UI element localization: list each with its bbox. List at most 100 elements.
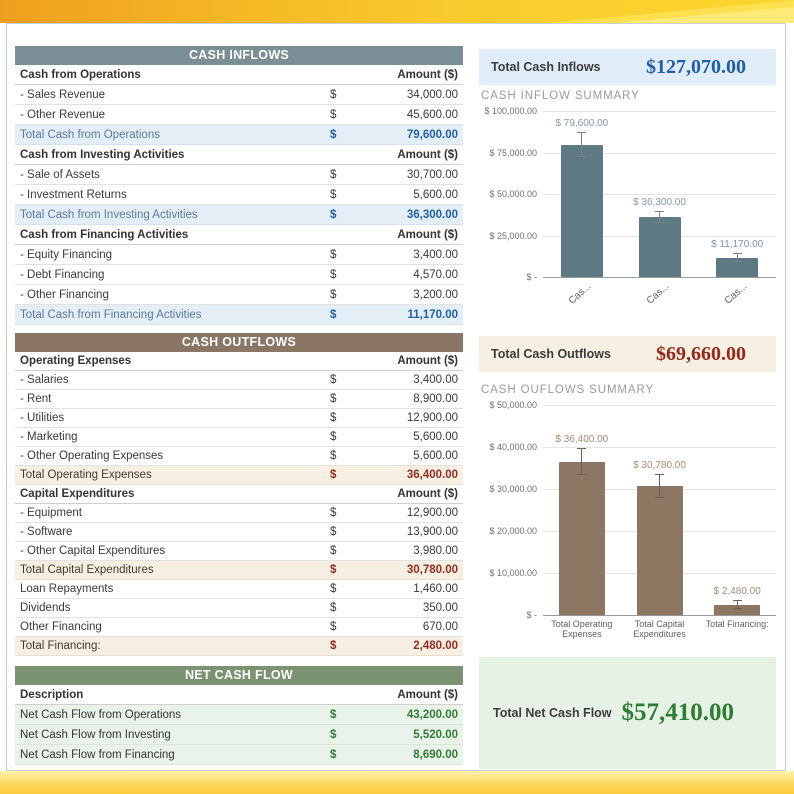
row-amount: 30,780.00 bbox=[406, 564, 458, 576]
currency-symbol: $ bbox=[330, 168, 337, 181]
total-outflows-value: $69,660.00 bbox=[656, 342, 746, 365]
row-amount: 5,520.00 bbox=[413, 728, 458, 741]
table-row: - Sale of Assets $30,700.00 bbox=[15, 165, 463, 185]
bar-slot: $ 30,780.00 bbox=[621, 405, 699, 615]
row-label: - Utilities bbox=[20, 412, 65, 424]
row-amount: 43,200.00 bbox=[406, 708, 458, 721]
bar-data-label: $ 36,400.00 bbox=[555, 434, 609, 445]
currency-symbol: $ bbox=[330, 431, 337, 443]
error-bar-cap bbox=[577, 132, 587, 133]
row-label: - Salaries bbox=[20, 374, 69, 386]
row-label: - Other Capital Expenditures bbox=[20, 545, 166, 557]
row-amount: 45,600.00 bbox=[406, 108, 458, 121]
row-amount: 34,000.00 bbox=[406, 88, 458, 101]
error-bar-cap bbox=[732, 600, 742, 601]
row-amount: 5,600.00 bbox=[413, 450, 458, 462]
row-label: - Rent bbox=[20, 393, 52, 405]
table-row: - Equipment $12,900.00 bbox=[15, 504, 463, 523]
row-label: Total Operating Expenses bbox=[20, 469, 152, 481]
table-row: Capital Expenditures Amount ($) bbox=[15, 485, 463, 504]
row-label: - Sale of Assets bbox=[20, 168, 100, 181]
currency-symbol: $ bbox=[330, 88, 337, 101]
table-row: Other Financing $670.00 bbox=[15, 618, 463, 637]
chart-plot: $ 79,600.00 $ 36,300.00 $ 11,170.00 bbox=[543, 111, 776, 278]
cash-inflow-summary-chart: CASH INFLOW SUMMARY $ 79,600.00 $ 36,300.0… bbox=[479, 90, 776, 315]
table-row: Total Cash from Operations $79,600.00 bbox=[15, 125, 463, 145]
row-amount: 5,600.00 bbox=[413, 431, 458, 443]
total-net-label: Total Net Cash Flow bbox=[493, 706, 612, 720]
total-outflows-box: Total Cash Outflows $69,660.00 bbox=[479, 336, 776, 372]
row-amount: 36,400.00 bbox=[406, 469, 458, 481]
amount-column-header: Amount ($) bbox=[397, 228, 458, 241]
row-amount: 3,980.00 bbox=[413, 545, 458, 557]
table-row: Cash from Operations Amount ($) bbox=[15, 65, 463, 85]
error-bar-cap bbox=[732, 261, 742, 262]
currency-symbol: $ bbox=[330, 728, 337, 741]
row-amount: 11,170.00 bbox=[407, 308, 458, 321]
section-header: CASH INFLOWS bbox=[15, 46, 463, 65]
row-label: Total Financing: bbox=[20, 640, 101, 652]
row-amount: 350.00 bbox=[422, 602, 458, 614]
row-label: - Debt Financing bbox=[20, 268, 105, 281]
error-bar bbox=[659, 474, 660, 498]
table-row: Total Financing: $2,480.00 bbox=[15, 637, 463, 656]
y-axis-tick-label: $ 30,000.00 bbox=[489, 484, 537, 494]
row-amount: 36,300.00 bbox=[406, 208, 458, 221]
table-row: Description Amount ($) bbox=[15, 685, 463, 705]
currency-symbol: $ bbox=[330, 583, 337, 595]
table-row: - Sales Revenue $34,000.00 bbox=[15, 85, 463, 105]
currency-symbol: $ bbox=[330, 640, 337, 652]
error-bar-cap bbox=[655, 473, 664, 475]
section-header: CASH OUTFLOWS bbox=[15, 333, 463, 352]
row-label: Capital Expenditures bbox=[20, 488, 135, 500]
content-card: CASH INFLOWS Cash from Operations Amount (… bbox=[6, 23, 786, 771]
bars-container: $ 36,400.00 $ 30,780.00 $ 2,480.00 bbox=[543, 405, 776, 615]
table-row: Cash from Financing Activities Amount ($) bbox=[15, 225, 463, 245]
amount-column-header: Amount ($) bbox=[397, 355, 458, 367]
y-axis-tick-label: $ - bbox=[526, 272, 537, 282]
currency-symbol: $ bbox=[330, 208, 337, 221]
table-row: Total Operating Expenses $36,400.00 bbox=[15, 466, 463, 485]
table-row: Net Cash Flow from Financing $8,690.00 bbox=[15, 745, 463, 765]
row-amount: 30,700.00 bbox=[406, 168, 458, 181]
row-label: - Investment Returns bbox=[20, 188, 127, 201]
y-axis-tick-label: $ 25,000.00 bbox=[489, 231, 537, 241]
chart-plot-area: $ 79,600.00 $ 36,300.00 $ 11,170.00 $ 100,0… bbox=[479, 106, 776, 315]
row-amount: 3,400.00 bbox=[413, 374, 458, 386]
row-amount: 2,480.00 bbox=[413, 640, 458, 652]
error-bar-cap bbox=[732, 608, 742, 609]
row-amount: 8,690.00 bbox=[413, 748, 458, 761]
table-row: - Other Capital Expenditures $3,980.00 bbox=[15, 542, 463, 561]
x-axis-tick-label: Cas... bbox=[644, 281, 672, 307]
chart-plot: $ 36,400.00 $ 30,780.00 $ 2,480.00 bbox=[543, 405, 776, 616]
table-row: - Equity Financing $3,400.00 bbox=[15, 245, 463, 265]
table-row: - Utilities $12,900.00 bbox=[15, 409, 463, 428]
row-amount: 79,600.00 bbox=[406, 128, 458, 141]
currency-symbol: $ bbox=[330, 268, 337, 281]
x-axis-tick-label: Total Capital Expenditures bbox=[633, 619, 686, 640]
currency-symbol: $ bbox=[330, 108, 337, 121]
total-inflows-value: $127,070.00 bbox=[646, 55, 746, 78]
row-label: Total Cash from Operations bbox=[20, 128, 160, 141]
y-axis-tick-label: $ 10,000.00 bbox=[489, 568, 537, 578]
total-outflows-label: Total Cash Outflows bbox=[491, 347, 611, 361]
row-amount: 3,400.00 bbox=[413, 248, 458, 261]
total-inflows-label: Total Cash Inflows bbox=[491, 60, 601, 74]
row-label: - Equity Financing bbox=[20, 248, 113, 261]
table-row: Total Cash from Financing Activities $11,… bbox=[15, 305, 463, 325]
table-row: Total Cash from Investing Activities $36,… bbox=[15, 205, 463, 225]
total-inflows-box: Total Cash Inflows $127,070.00 bbox=[479, 49, 776, 85]
row-label: - Equipment bbox=[20, 507, 83, 519]
amount-column-header: Amount ($) bbox=[397, 688, 458, 701]
amount-column-header: Amount ($) bbox=[397, 148, 458, 161]
bar-slot: $ 36,300.00 bbox=[621, 111, 699, 277]
summary-column: Total Cash Inflows $127,070.00 CASH INFL… bbox=[479, 24, 776, 772]
y-axis-tick-label: $ 50,000.00 bbox=[489, 189, 537, 199]
row-label: Net Cash Flow from Investing bbox=[20, 728, 171, 741]
error-bar-cap bbox=[577, 156, 587, 157]
row-label: Loan Repayments bbox=[20, 583, 114, 595]
bar bbox=[638, 217, 681, 277]
table-row: Dividends $350.00 bbox=[15, 599, 463, 618]
row-label: - Other Operating Expenses bbox=[20, 450, 164, 462]
total-net-cash-flow-box: Total Net Cash Flow $57,410.00 bbox=[479, 657, 776, 769]
